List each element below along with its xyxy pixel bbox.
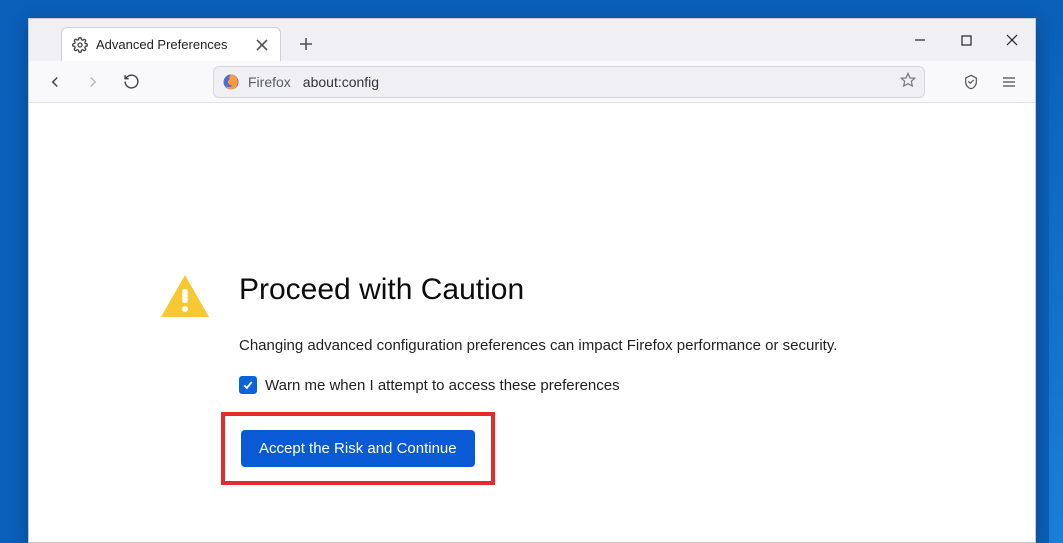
new-tab-button[interactable] <box>291 29 321 59</box>
identity-label: Firefox <box>248 74 291 90</box>
forward-button[interactable] <box>77 66 109 98</box>
tab-title: Advanced Preferences <box>96 37 246 52</box>
pocket-button[interactable] <box>955 66 987 98</box>
back-button[interactable] <box>39 66 71 98</box>
navigation-toolbar: Firefox about:config <box>29 61 1035 103</box>
annotation-highlight: Accept the Risk and Continue <box>221 412 495 485</box>
titlebar: Advanced Preferences <box>29 19 1035 61</box>
app-menu-button[interactable] <box>993 66 1025 98</box>
page-description: Changing advanced configuration preferen… <box>239 337 837 354</box>
close-tab-icon[interactable] <box>254 37 270 53</box>
url-text: about:config <box>303 74 892 90</box>
warning-icon <box>159 273 211 324</box>
maximize-button[interactable] <box>943 19 989 61</box>
page-content: Proceed with Caution Changing advanced c… <box>29 103 1035 542</box>
checkbox-icon[interactable] <box>239 376 257 394</box>
firefox-icon <box>222 73 240 91</box>
tab-advanced-preferences[interactable]: Advanced Preferences <box>61 27 281 61</box>
page-heading: Proceed with Caution <box>239 273 837 307</box>
warn-checkbox-row[interactable]: Warn me when I attempt to access these p… <box>239 376 837 394</box>
window-controls <box>897 19 1035 61</box>
minimize-button[interactable] <box>897 19 943 61</box>
close-window-button[interactable] <box>989 19 1035 61</box>
desktop-background <box>1049 0 1063 543</box>
url-bar[interactable]: Firefox about:config <box>213 66 925 98</box>
firefox-window: Advanced Preferences <box>28 18 1036 543</box>
bookmark-star-icon[interactable] <box>900 72 916 91</box>
checkbox-label: Warn me when I attempt to access these p… <box>265 377 620 394</box>
accept-risk-button[interactable]: Accept the Risk and Continue <box>241 430 475 467</box>
reload-button[interactable] <box>115 66 147 98</box>
gear-icon <box>72 37 88 53</box>
